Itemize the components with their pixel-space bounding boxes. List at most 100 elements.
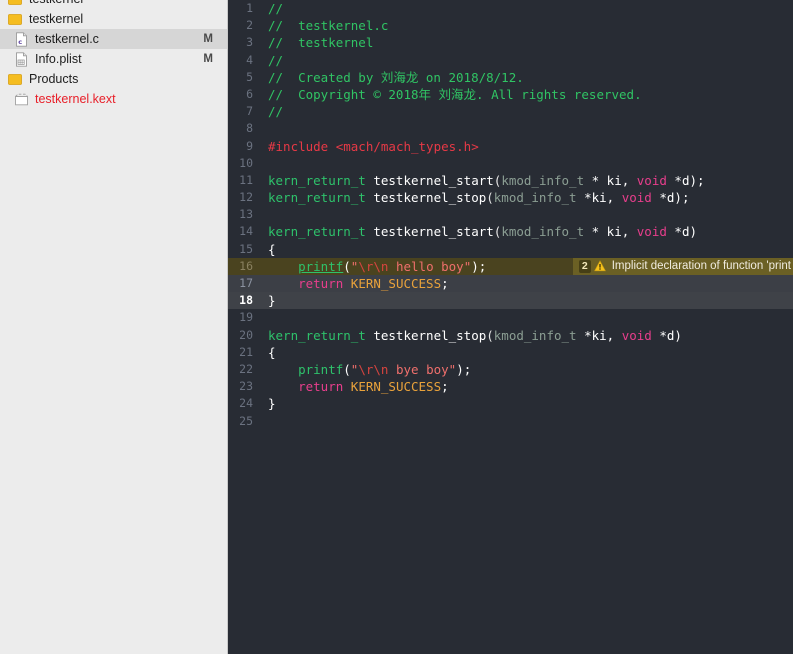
- code-token: * ki,: [591, 172, 637, 188]
- code-line-text[interactable]: //: [260, 52, 793, 69]
- code-token: (: [486, 190, 494, 206]
- code-line-4[interactable]: 4 //: [228, 52, 793, 69]
- code-line-12[interactable]: 12 kern_return_t testkernel_stop(kmod_inf…: [228, 189, 793, 206]
- app-window: testkernel testkernel ctestkernel.cMInfo.p…: [0, 0, 793, 654]
- code-line-text[interactable]: [260, 309, 793, 326]
- code-token: (: [343, 361, 351, 377]
- code-token: \n: [373, 361, 389, 377]
- code-token: KERN_SUCCESS: [350, 276, 442, 291]
- code-line-15[interactable]: 15 {: [228, 241, 793, 258]
- code-line-text[interactable]: // Created by 刘海龙 on 2018/8/12.: [260, 69, 793, 86]
- code-line-text[interactable]: [260, 413, 793, 430]
- code-line-25[interactable]: 25: [228, 413, 793, 430]
- code-line-text[interactable]: kern_return_t testkernel_start(kmod_info…: [260, 223, 793, 240]
- code-line-22[interactable]: 22 printf("\r\n bye boy");: [228, 361, 793, 378]
- code-token: void: [636, 224, 675, 240]
- code-line-text[interactable]: // testkernel.c: [260, 17, 793, 34]
- code-line-14[interactable]: 14 kern_return_t testkernel_start(kmod_in…: [228, 223, 793, 240]
- line-number: 14: [239, 224, 253, 239]
- code-line-text[interactable]: //: [260, 103, 793, 120]
- line-number: 17: [228, 275, 260, 293]
- sidebar-row-project-root[interactable]: testkernel: [0, 0, 227, 9]
- code-line-text[interactable]: {: [260, 241, 793, 258]
- code-token: *d): [674, 224, 697, 240]
- code-token: \n: [373, 258, 389, 274]
- code-line-1[interactable]: 1 //: [228, 0, 793, 17]
- code-line-17[interactable]: 17 return KERN_SUCCESS;: [228, 275, 793, 293]
- code-line-9[interactable]: 9 #include <mach/mach_types.h>: [228, 138, 793, 155]
- code-line-20[interactable]: 20 kern_return_t testkernel_stop(kmod_inf…: [228, 327, 793, 344]
- code-line-18[interactable]: 18}: [228, 292, 793, 310]
- project-navigator-sidebar[interactable]: testkernel testkernel ctestkernel.cMInfo.p…: [0, 0, 228, 654]
- code-line-text[interactable]: [260, 155, 793, 172]
- code-line-text[interactable]: // testkernel: [260, 34, 793, 51]
- warning-message: Implicit declaration of function 'print: [611, 259, 791, 272]
- code-token: {: [268, 241, 276, 257]
- code-line-text[interactable]: return KERN_SUCCESS;: [260, 378, 793, 395]
- code-line-8[interactable]: 8: [228, 120, 793, 137]
- code-line-19[interactable]: 19: [228, 309, 793, 326]
- code-line-16[interactable]: 16 printf("\r\n hello boy"); 2 Implicit de…: [228, 257, 793, 275]
- code-line-text[interactable]: //: [260, 0, 793, 17]
- code-line-10[interactable]: 10: [228, 155, 793, 172]
- code-token: *ki,: [584, 327, 622, 343]
- code-token: printf: [298, 258, 344, 274]
- code-line-text[interactable]: [260, 206, 793, 223]
- code-token: kmod_info_t: [493, 190, 585, 206]
- code-line-text[interactable]: // Copyright © 2018年 刘海龙. All rights res…: [260, 86, 793, 103]
- code-line-text[interactable]: }: [260, 292, 793, 309]
- line-number: 11: [239, 172, 253, 187]
- sidebar-row-file-info-plist[interactable]: Info.plist M: [0, 49, 227, 69]
- code-token: kern_return_t: [268, 224, 374, 240]
- sidebar-row-group-products[interactable]: Products: [0, 69, 227, 89]
- code-token: kern_return_t: [268, 190, 374, 206]
- code-line-text[interactable]: kern_return_t testkernel_start(kmod_info…: [260, 172, 793, 189]
- code-token: *d);: [659, 190, 690, 206]
- code-editor[interactable]: 1 // 2 // testkernel.c 3 // testkernel 4 // 5 // …: [228, 0, 793, 654]
- product-box-icon: [14, 92, 29, 107]
- code-token: testkernel_start: [373, 224, 494, 240]
- code-line-7[interactable]: 7 //: [228, 103, 793, 120]
- sidebar-row-label: testkernel: [29, 0, 217, 6]
- code-line-text[interactable]: printf("\r\n bye boy");: [260, 361, 793, 378]
- code-token: bye boy": [388, 361, 457, 377]
- code-line-text[interactable]: }: [260, 395, 793, 412]
- code-token: // Copyright © 2018年 刘海龙. All rights res…: [268, 86, 642, 102]
- code-line-23[interactable]: 23 return KERN_SUCCESS;: [228, 378, 793, 395]
- code-token: testkernel_stop: [373, 190, 487, 206]
- code-token: // testkernel: [268, 35, 374, 51]
- line-number: 5: [246, 69, 253, 84]
- code-line-text[interactable]: [260, 120, 793, 137]
- code-line-text[interactable]: kern_return_t testkernel_stop(kmod_info_…: [260, 327, 793, 344]
- line-number: 16: [228, 257, 260, 275]
- code-line-24[interactable]: 24}: [228, 395, 793, 412]
- sidebar-row-label: testkernel: [29, 12, 84, 26]
- sidebar-row-product-testkernel-kext[interactable]: testkernel.kext: [0, 89, 227, 109]
- code-token: kern_return_t: [268, 172, 374, 188]
- code-token: kmod_info_t: [493, 327, 585, 343]
- code-line-13[interactable]: 13: [228, 206, 793, 223]
- folder-icon: [8, 0, 23, 7]
- code-line-6[interactable]: 6 // Copyright © 2018年 刘海龙. All rights re…: [228, 86, 793, 103]
- code-line-text[interactable]: return KERN_SUCCESS;: [260, 275, 793, 292]
- code-line-text[interactable]: #include <mach/mach_types.h>: [260, 138, 793, 155]
- code-line-21[interactable]: 21 {: [228, 344, 793, 361]
- code-line-3[interactable]: 3 // testkernel: [228, 34, 793, 51]
- code-line-text[interactable]: {: [260, 344, 793, 361]
- code-token: //: [268, 104, 284, 120]
- code-token: return: [298, 379, 351, 395]
- sidebar-row-file-testkernel-c[interactable]: c testkernel.c M: [0, 29, 227, 49]
- line-number: 25: [239, 413, 253, 428]
- line-number: 4: [246, 52, 253, 67]
- sidebar-row-group-testkernel[interactable]: testkernel: [0, 9, 227, 29]
- code-line-5[interactable]: 5 // Created by 刘海龙 on 2018/8/12.: [228, 69, 793, 86]
- code-line-2[interactable]: 2 // testkernel.c: [228, 17, 793, 34]
- line-number: 21: [239, 344, 253, 359]
- code-line-11[interactable]: 11 kern_return_t testkernel_start(kmod_in…: [228, 172, 793, 189]
- line-number: 18: [228, 292, 260, 310]
- inline-warning-banner[interactable]: 2 Implicit declaration of function 'print: [572, 257, 793, 275]
- code-line-text[interactable]: kern_return_t testkernel_stop(kmod_info_…: [260, 189, 793, 206]
- line-number: 20: [239, 327, 253, 342]
